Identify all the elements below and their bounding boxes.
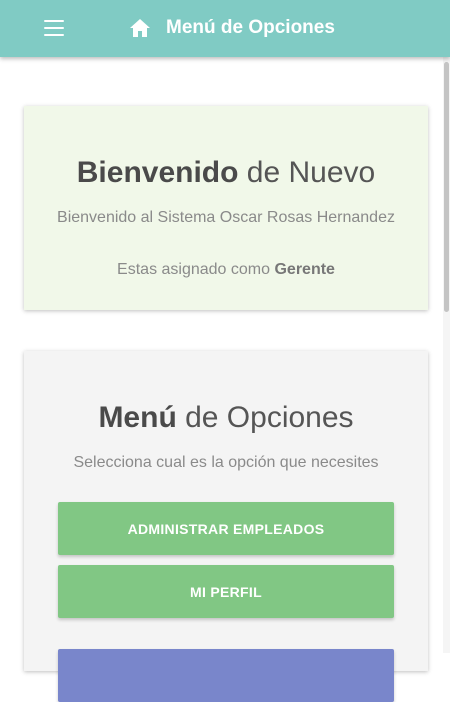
home-icon[interactable] bbox=[129, 18, 151, 38]
hamburger-menu-icon[interactable] bbox=[44, 20, 64, 36]
my-profile-button[interactable]: MI PERFIL bbox=[58, 565, 394, 618]
third-option-button[interactable] bbox=[58, 649, 394, 702]
welcome-heading-bold: Bienvenido bbox=[76, 156, 239, 189]
options-menu-card: Menú de Opciones Selecciona cual es la o… bbox=[24, 351, 428, 702]
menu-heading-bold: Menú bbox=[98, 401, 177, 434]
manage-employees-button[interactable]: ADMINISTRAR EMPLEADOS bbox=[58, 502, 394, 555]
top-app-bar: Menú de Opciones bbox=[0, 0, 450, 57]
welcome-heading: Bienvenido de Nuevo bbox=[24, 156, 428, 190]
menu-heading: Menú de Opciones bbox=[24, 401, 428, 435]
menu-heading-rest: de Opciones bbox=[176, 401, 354, 434]
menu-subtitle: Selecciona cual es la opción que necesit… bbox=[73, 454, 379, 471]
role-prefix: Estas asignado como bbox=[117, 261, 275, 278]
scrollbar-thumb[interactable] bbox=[444, 62, 449, 312]
page-title: Menú de Opciones bbox=[166, 17, 335, 38]
role-text: Estas asignado como Gerente bbox=[24, 260, 428, 280]
welcome-heading-rest: de Nuevo bbox=[238, 156, 376, 189]
welcome-subtitle: Bienvenido al Sistema Oscar Rosas Hernan… bbox=[57, 209, 395, 226]
welcome-card: Bienvenido de Nuevo Bienvenido al Sistem… bbox=[24, 106, 428, 310]
role-value: Gerente bbox=[274, 261, 335, 278]
